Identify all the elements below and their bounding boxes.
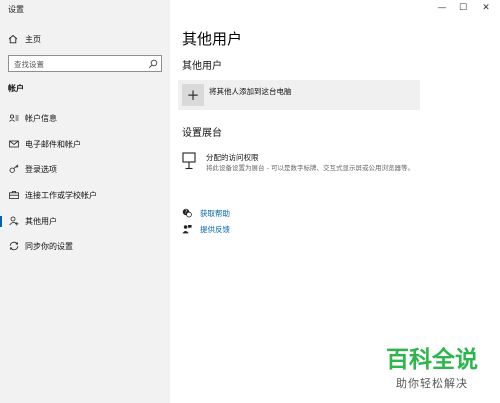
- sidebar-item-work-school[interactable]: 连接工作或学校帐户: [0, 187, 170, 203]
- feedback-link[interactable]: 提供反馈: [182, 223, 230, 235]
- sidebar-item-email[interactable]: 电子邮件和帐户: [0, 136, 170, 152]
- sidebar-item-label: 连接工作或学校帐户: [25, 190, 97, 200]
- get-help-link[interactable]: ? 获取帮助: [182, 207, 230, 219]
- svg-text:?: ?: [185, 210, 188, 216]
- sidebar-item-label: 帐户信息: [25, 113, 57, 123]
- home-nav-item[interactable]: 主页: [8, 33, 41, 45]
- close-button[interactable]: ✕: [476, 3, 496, 13]
- kiosk-icon: [182, 152, 196, 170]
- sidebar-item-label: 电子邮件和帐户: [25, 139, 81, 149]
- add-user-label: 将其他人添加到这台电脑: [209, 87, 292, 96]
- sidebar-item-label: 同步你的设置: [25, 241, 73, 251]
- mail-icon: [9, 140, 19, 148]
- sidebar-item-other-users[interactable]: 其他用户: [0, 213, 170, 229]
- assigned-access-label: 分配的访问权限: [206, 153, 259, 162]
- feedback-icon: [182, 225, 192, 234]
- sidebar-item-signin-options[interactable]: 登录选项: [0, 161, 170, 177]
- search-icon[interactable]: [148, 59, 158, 69]
- person-add-icon: [9, 216, 19, 226]
- home-icon: [8, 34, 18, 44]
- account-info-icon: [9, 114, 19, 122]
- sidebar-item-label: 其他用户: [25, 216, 57, 226]
- search-box[interactable]: 查找设置: [8, 55, 162, 72]
- help-chat-icon: ?: [182, 208, 192, 218]
- sidebar-item-label: 登录选项: [25, 164, 57, 174]
- get-help-label[interactable]: 获取帮助: [200, 208, 230, 219]
- feedback-label[interactable]: 提供反馈: [200, 224, 230, 235]
- page-title: 其他用户: [182, 30, 243, 48]
- plus-icon: +: [182, 84, 204, 106]
- minimize-button[interactable]: —: [432, 3, 452, 13]
- sidebar: 设置 主页 查找设置 帐户 帐户信息 电子邮件和帐户 登录选项 连接工作或学校帐…: [0, 0, 170, 403]
- assigned-access-description: 将此设备设置为展台 - 可以是数字标牌、交互式显示屏或公用浏览器等。: [206, 164, 414, 172]
- watermark-brand: 百科全说: [386, 347, 478, 373]
- sidebar-item-account-info[interactable]: 帐户信息: [0, 110, 170, 126]
- section-title: 帐户: [8, 84, 24, 93]
- maximize-button[interactable]: ☐: [453, 3, 473, 13]
- add-user-button[interactable]: + 将其他人添加到这台电脑: [178, 80, 420, 110]
- home-label: 主页: [25, 34, 41, 44]
- search-placeholder: 查找设置: [14, 60, 44, 69]
- briefcase-icon: [9, 191, 19, 200]
- window-title: 设置: [8, 5, 24, 14]
- sidebar-item-sync[interactable]: 同步你的设置: [0, 238, 170, 254]
- watermark-logo: 百科全说 助你轻松解决: [377, 340, 487, 391]
- section-heading-kiosk: 设置展台: [182, 128, 222, 139]
- section-heading-other-users: 其他用户: [182, 61, 222, 72]
- key-icon: [9, 164, 19, 173]
- sync-icon: [9, 241, 19, 251]
- watermark-slogan: 助你轻松解决: [396, 377, 468, 390]
